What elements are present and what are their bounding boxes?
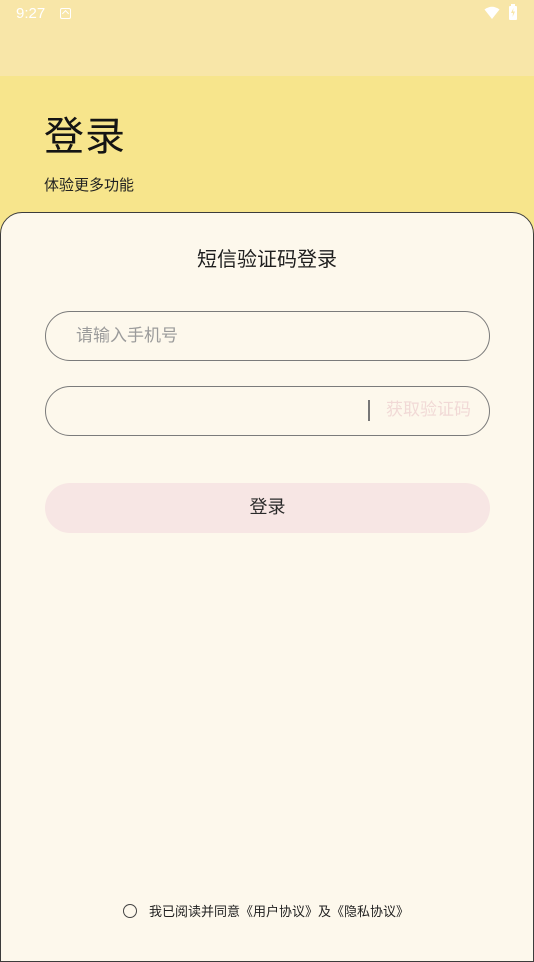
status-time: 9:27	[16, 5, 46, 22]
privacy-policy-link[interactable]: 《隐私协议》	[331, 901, 409, 920]
user-agreement-link[interactable]: 《用户协议》	[240, 901, 318, 920]
divider	[368, 400, 370, 421]
get-code-button[interactable]: 获取验证码	[386, 387, 471, 434]
header: 登录 体验更多功能	[0, 76, 534, 216]
agreement-row: 我已阅读并同意 《用户协议》 及 《隐私协议》	[123, 901, 409, 920]
card-title: 短信验证码登录	[197, 247, 337, 271]
login-button[interactable]: 登录	[45, 483, 490, 533]
agree-radio[interactable]	[123, 903, 137, 918]
phone-input[interactable]	[76, 312, 446, 359]
a-notification-icon	[60, 8, 71, 19]
battery-icon	[509, 4, 517, 20]
page-title: 登录	[44, 114, 126, 160]
status-bar: 9:27	[0, 0, 534, 76]
phone-field	[45, 311, 490, 361]
code-field: 获取验证码	[45, 386, 490, 436]
wifi-icon	[484, 6, 500, 19]
agreement-prefix: 我已阅读并同意	[149, 905, 241, 920]
agreement-joiner: 及	[318, 905, 332, 920]
verification-code-input[interactable]	[76, 387, 366, 434]
page-subtitle: 体验更多功能	[44, 176, 135, 194]
login-card: 短信验证码登录 获取验证码 登录 我已阅读并同意 《用户协议》 及 《隐私协议》	[0, 212, 534, 962]
